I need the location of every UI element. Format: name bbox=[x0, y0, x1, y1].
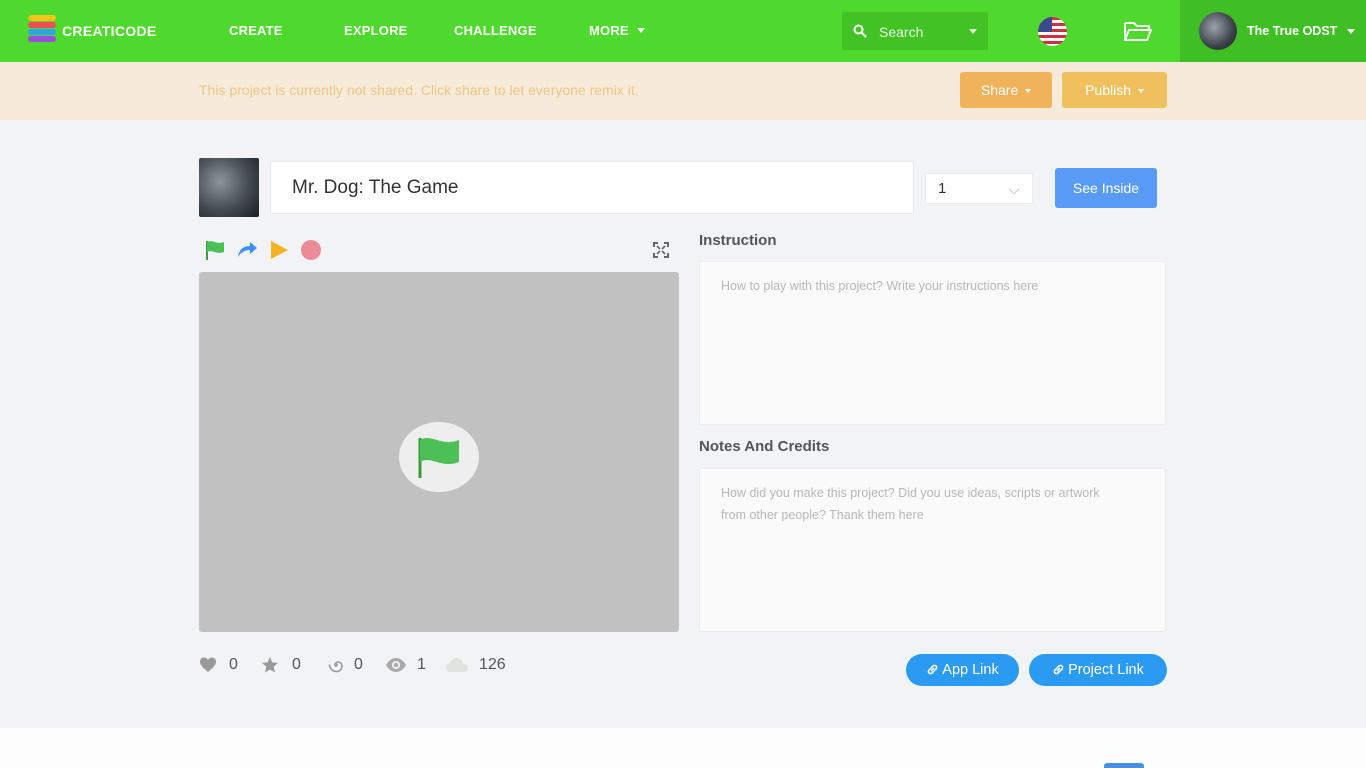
nav-create[interactable]: CREATE bbox=[229, 23, 283, 38]
app-link-label: App Link bbox=[942, 662, 999, 678]
top-nav: CREATICODE CREATE EXPLORE CHALLENGE MORE… bbox=[0, 0, 1366, 62]
remixes-count: 0 bbox=[354, 656, 363, 673]
green-flag-icon bbox=[418, 437, 459, 478]
star-icon[interactable] bbox=[261, 656, 279, 674]
notes-label: Notes And Credits bbox=[699, 438, 830, 455]
us-flag-icon[interactable] bbox=[1038, 17, 1067, 46]
instruction-textarea[interactable]: How to play with this project? Write you… bbox=[699, 261, 1166, 425]
chevron-down-icon bbox=[1347, 29, 1355, 34]
project-link-button[interactable]: Project Link bbox=[1029, 654, 1167, 686]
notes-placeholder: How did you make this project? Did you u… bbox=[721, 486, 1100, 522]
play-icon[interactable] bbox=[268, 239, 290, 261]
views-count: 1 bbox=[417, 656, 426, 673]
publish-button-label: Publish bbox=[1085, 82, 1132, 98]
share-button[interactable]: Share bbox=[960, 72, 1052, 108]
user-menu[interactable]: The True ODST bbox=[1180, 0, 1366, 62]
share-notice-bar: This project is currently not shared. Cl… bbox=[0, 62, 1366, 120]
nav-more-label: MORE bbox=[589, 23, 629, 38]
bottom-tab-indicator[interactable] bbox=[1104, 763, 1144, 768]
link-icon bbox=[927, 664, 938, 675]
chevron-down-icon bbox=[1137, 89, 1144, 93]
nav-explore[interactable]: EXPLORE bbox=[344, 23, 408, 38]
project-title-input[interactable] bbox=[270, 161, 914, 214]
favorites-count: 0 bbox=[292, 656, 301, 673]
project-thumbnail[interactable] bbox=[199, 158, 259, 217]
turbo-arrow-icon[interactable] bbox=[236, 239, 258, 261]
instruction-placeholder: How to play with this project? Write you… bbox=[721, 279, 1039, 293]
chevron-down-icon bbox=[1008, 183, 1020, 195]
heart-icon[interactable] bbox=[199, 656, 217, 674]
stop-icon[interactable] bbox=[300, 239, 322, 261]
remix-spiral-icon bbox=[328, 661, 343, 673]
project-stage[interactable] bbox=[199, 272, 679, 632]
share-notice-text: This project is currently not shared. Cl… bbox=[199, 82, 639, 98]
share-button-label: Share bbox=[980, 82, 1019, 98]
stage-start-button[interactable] bbox=[399, 422, 479, 492]
fullscreen-icon[interactable] bbox=[653, 242, 669, 258]
version-select[interactable]: 1 bbox=[925, 173, 1033, 204]
nav-more[interactable]: MORE bbox=[589, 23, 645, 38]
likes-count: 0 bbox=[229, 656, 238, 673]
version-value: 1 bbox=[938, 180, 947, 197]
chevron-down-icon bbox=[1025, 89, 1032, 93]
search-placeholder: Search bbox=[879, 24, 924, 40]
instruction-label: Instruction bbox=[699, 232, 777, 249]
app-link-button[interactable]: App Link bbox=[906, 654, 1019, 686]
project-link-label: Project Link bbox=[1068, 662, 1144, 678]
bottom-section bbox=[0, 728, 1366, 768]
publish-button[interactable]: Publish bbox=[1062, 72, 1167, 108]
link-icon bbox=[1053, 664, 1064, 675]
search-icon bbox=[853, 24, 867, 38]
folder-open-icon[interactable] bbox=[1123, 20, 1153, 42]
chevron-down-icon[interactable] bbox=[969, 29, 977, 34]
logo[interactable]: CREATICODE bbox=[28, 15, 157, 47]
size-count: 126 bbox=[479, 656, 506, 673]
chevron-down-icon bbox=[636, 28, 645, 33]
search-input[interactable]: Search bbox=[842, 12, 988, 50]
notes-textarea[interactable]: How did you make this project? Did you u… bbox=[699, 468, 1166, 632]
eye-icon bbox=[386, 658, 406, 672]
see-inside-button[interactable]: See Inside bbox=[1055, 168, 1157, 208]
logo-text: CREATICODE bbox=[62, 23, 157, 39]
green-flag-icon[interactable] bbox=[204, 239, 226, 261]
nav-challenge[interactable]: CHALLENGE bbox=[454, 23, 537, 38]
creaticode-logo-icon bbox=[28, 15, 56, 47]
cloud-icon bbox=[446, 658, 468, 672]
user-name: The True ODST bbox=[1247, 24, 1338, 38]
avatar bbox=[1199, 12, 1237, 50]
